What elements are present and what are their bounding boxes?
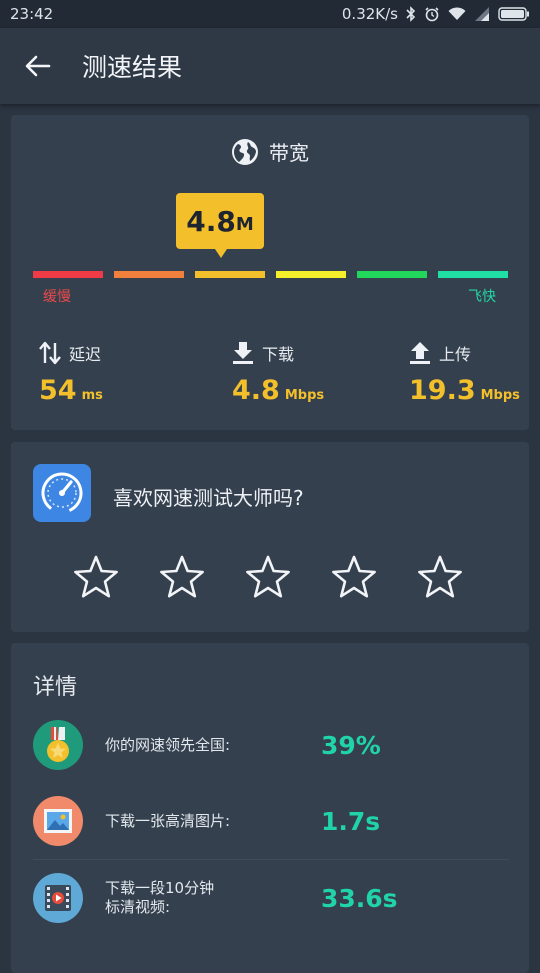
- scale-segment-6: [438, 271, 508, 278]
- upload-value: 19.3: [409, 375, 476, 406]
- detail-label-video-line2: 标清视频:: [105, 898, 171, 916]
- bandwidth-header: 带宽: [11, 137, 529, 166]
- download-metric: 下载 4.8 Mbps: [232, 341, 324, 406]
- video-icon: [33, 873, 83, 923]
- rating-card: 喜欢网速测试大师吗?: [11, 442, 529, 632]
- star-icon-5[interactable]: [417, 554, 463, 600]
- detail-label-video: 下载一段10分钟 标清视频:: [105, 879, 214, 917]
- detail-label-image: 下载一张高清图片:: [105, 811, 231, 830]
- signal-icon: [475, 7, 489, 21]
- scale-segment-3: [195, 271, 265, 278]
- medal-icon: [33, 720, 83, 770]
- latency-value: 54: [39, 375, 77, 406]
- bandwidth-card: 带宽 4.8 M 缓慢 飞快 延迟 54 ms 下载 4.8 Mbps 上传 1…: [11, 115, 529, 430]
- status-icons: 0.32K/s: [342, 5, 530, 23]
- speed-bubble-unit: M: [235, 213, 254, 235]
- wifi-icon: [448, 7, 466, 20]
- speed-bubble-value: 4.8: [186, 204, 236, 238]
- battery-icon: [498, 7, 529, 21]
- status-time: 23:42: [10, 5, 54, 23]
- speed-bubble: 4.8 M: [176, 193, 264, 249]
- scale-segment-2: [114, 271, 184, 278]
- upload-label: 上传: [439, 345, 472, 364]
- arrow-left-icon: [25, 55, 51, 77]
- download-icon: [233, 342, 253, 364]
- latency-label: 延迟: [69, 345, 102, 364]
- upload-metric: 上传 19.3 Mbps: [409, 341, 520, 406]
- net-speed: 0.32K/s: [341, 5, 398, 23]
- detail-row-rank: 你的网速领先全国: 39%: [33, 719, 509, 771]
- up-down-arrows-icon: [39, 341, 61, 365]
- status-bar: 23:42 0.32K/s: [0, 0, 540, 28]
- scale-high-label: 飞快: [468, 289, 496, 305]
- app-logo: [33, 464, 91, 522]
- scale-segment-4: [276, 271, 346, 278]
- alarm-icon: [425, 7, 439, 22]
- detail-label-rank: 你的网速领先全国:: [105, 735, 231, 754]
- star-icon-4[interactable]: [331, 554, 377, 600]
- rating-question: 喜欢网速测试大师吗?: [113, 486, 304, 510]
- scale-segment-5: [357, 271, 427, 278]
- latency-metric: 延迟 54 ms: [39, 341, 103, 406]
- star-rating: [73, 554, 463, 600]
- bluetooth-icon: [406, 6, 416, 22]
- detail-label-video-line1: 下载一段10分钟: [105, 879, 215, 897]
- download-label: 下载: [262, 345, 295, 364]
- bandwidth-title: 带宽: [269, 141, 309, 165]
- star-icon-3[interactable]: [245, 554, 291, 600]
- star-icon-1[interactable]: [73, 554, 119, 600]
- app-bar: 测速结果: [0, 28, 540, 104]
- detail-value-rank: 39%: [321, 730, 381, 760]
- details-title: 详情: [33, 675, 78, 700]
- details-card: 详情 你的网速领先全国: 39% 下载一张高清图片: 1.7s 下载一段10分钟…: [11, 643, 529, 973]
- star-icon-2[interactable]: [159, 554, 205, 600]
- detail-row-video: 下载一段10分钟 标清视频: 33.6s: [33, 872, 509, 924]
- detail-value-video: 33.6s: [321, 883, 398, 913]
- scale-low-label: 缓慢: [43, 289, 71, 305]
- speed-bubble-pointer: [215, 249, 227, 258]
- scale-segment-1: [33, 271, 103, 278]
- back-button[interactable]: [0, 28, 76, 104]
- upload-icon: [410, 342, 430, 364]
- download-unit: Mbps: [284, 388, 325, 403]
- page-title: 测速结果: [82, 53, 183, 82]
- detail-value-image: 1.7s: [321, 806, 381, 836]
- latency-unit: ms: [81, 388, 103, 403]
- detail-row-image: 下载一张高清图片: 1.7s: [33, 795, 509, 847]
- speedometer-icon: [41, 472, 83, 514]
- divider: [33, 859, 509, 860]
- upload-unit: Mbps: [480, 388, 520, 403]
- image-icon: [33, 796, 83, 846]
- globe-icon: [232, 138, 258, 165]
- download-value: 4.8: [232, 375, 280, 406]
